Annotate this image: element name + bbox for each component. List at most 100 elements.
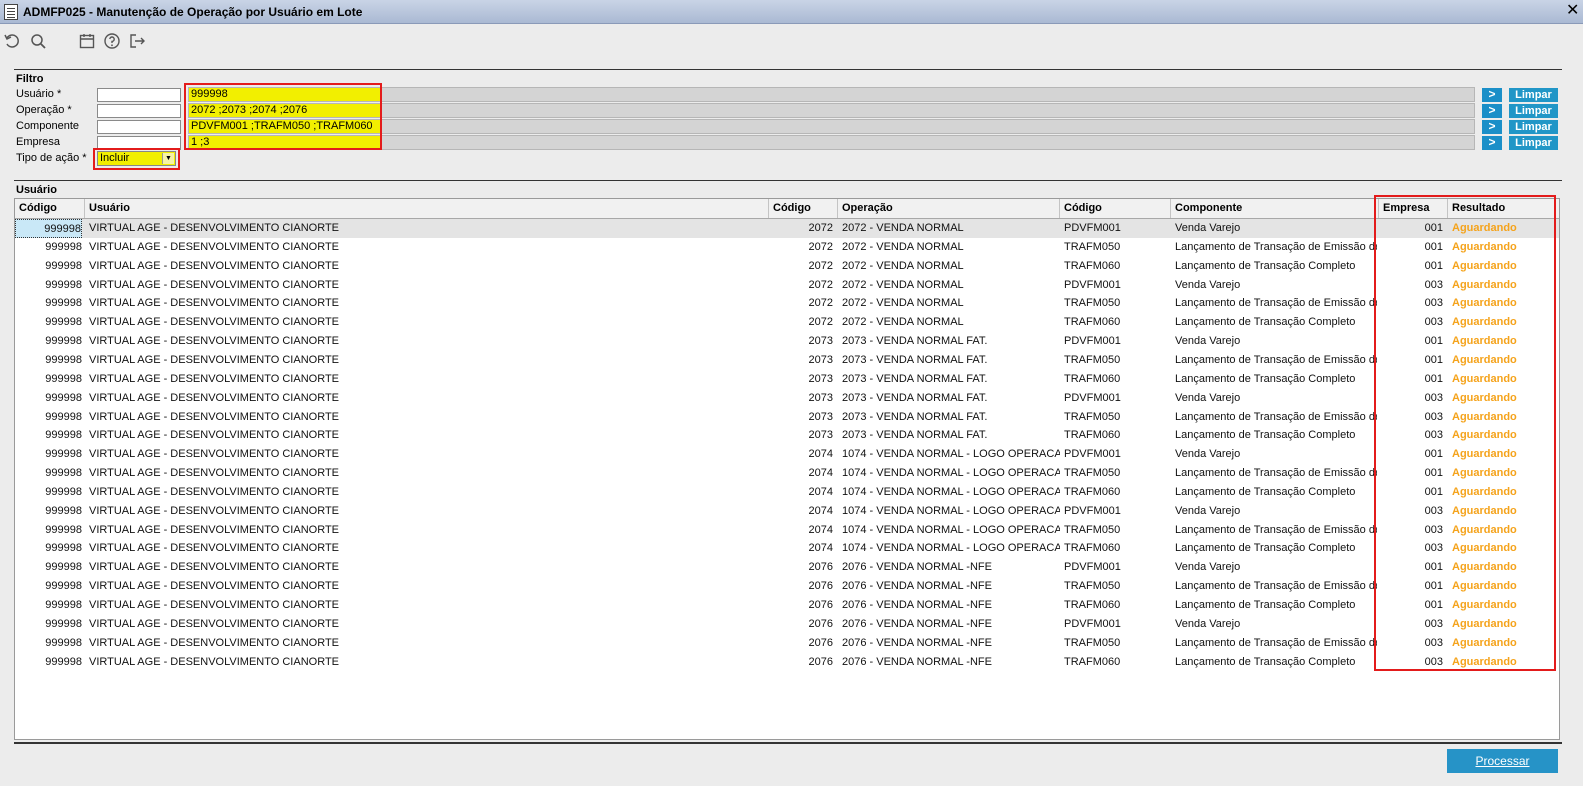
cell-user: VIRTUAL AGE - DESENVOLVIMENTO CIANORTE <box>89 278 340 291</box>
col-operation-code[interactable]: Código <box>769 199 838 218</box>
filter-title: Filtro <box>16 73 44 85</box>
col-component-code[interactable]: Código <box>1060 199 1171 218</box>
cell-component-code: PDVFM001 <box>1064 222 1121 234</box>
table-row[interactable]: 999998 VIRTUAL AGE - DESENVOLVIMENTO CIAN… <box>15 238 1559 257</box>
cell-operation-code: 2076 <box>808 561 833 574</box>
cell-result: Aguardando <box>1452 485 1517 498</box>
company-clear-button[interactable]: Limpar <box>1509 136 1558 150</box>
user-go-button[interactable]: > <box>1482 88 1502 102</box>
col-result[interactable]: Resultado <box>1448 199 1559 218</box>
table-row[interactable]: 999998 VIRTUAL AGE - DESENVOLVIMENTO CIAN… <box>15 445 1559 464</box>
close-icon[interactable]: ✕ <box>1566 2 1579 20</box>
cell-user: VIRTUAL AGE - DESENVOLVIMENTO CIANORTE <box>89 316 340 329</box>
user-code-input[interactable] <box>97 88 181 102</box>
col-operation[interactable]: Operação <box>838 199 1060 218</box>
cell-company: 003 <box>1424 655 1443 668</box>
cell-operation-code: 2072 <box>808 259 833 272</box>
col-user[interactable]: Usuário <box>85 199 769 218</box>
action-type-select[interactable]: Incluir ▼ <box>97 151 176 166</box>
component-values-field[interactable]: PDVFM001 ;TRAFM050 ;TRAFM060 <box>188 119 1475 134</box>
cell-component: Lançamento de Transação de Emissão de <box>1175 467 1377 480</box>
cell-company: 003 <box>1424 316 1443 329</box>
table-row[interactable]: 999998 VIRTUAL AGE - DESENVOLVIMENTO CIAN… <box>15 408 1559 427</box>
component-clear-button[interactable]: Limpar <box>1509 120 1558 134</box>
cell-user-code: 999998 <box>45 335 82 348</box>
cell-operation: 2072 - VENDA NORMAL <box>842 222 964 234</box>
cell-component-code: PDVFM001 <box>1064 561 1121 574</box>
cell-result: Aguardando <box>1452 335 1517 348</box>
col-user-code[interactable]: Código <box>15 199 85 218</box>
component-code-input[interactable] <box>97 120 181 134</box>
table-row[interactable]: 999998 VIRTUAL AGE - DESENVOLVIMENTO CIAN… <box>15 653 1559 672</box>
undo-icon[interactable] <box>2 30 22 52</box>
cell-result: Aguardando <box>1452 353 1517 366</box>
table-row[interactable]: 999998 VIRTUAL AGE - DESENVOLVIMENTO CIAN… <box>15 276 1559 295</box>
table-row[interactable]: 999998 VIRTUAL AGE - DESENVOLVIMENTO CIAN… <box>15 634 1559 653</box>
cell-operation: 1074 - VENDA NORMAL - LOGO OPERACAO <box>842 542 1060 555</box>
cell-operation-code: 2073 <box>808 391 833 404</box>
cell-company: 001 <box>1424 467 1443 480</box>
cell-user: VIRTUAL AGE - DESENVOLVIMENTO CIANORTE <box>89 580 340 593</box>
results-grid[interactable]: Código Usuário Código Operação Código Co… <box>14 198 1560 740</box>
table-row[interactable]: 999998 VIRTUAL AGE - DESENVOLVIMENTO CIAN… <box>15 596 1559 615</box>
col-component[interactable]: Componente <box>1171 199 1379 218</box>
divider <box>14 69 1562 70</box>
company-code-input[interactable] <box>97 136 181 150</box>
exit-icon[interactable] <box>127 30 147 52</box>
cell-component-code: PDVFM001 <box>1064 504 1121 517</box>
cell-operation: 2076 - VENDA NORMAL -NFE <box>842 655 992 668</box>
cell-operation-code: 2076 <box>808 636 833 649</box>
table-row[interactable]: 999998 VIRTUAL AGE - DESENVOLVIMENTO CIAN… <box>15 521 1559 540</box>
cell-component-code: PDVFM001 <box>1064 448 1121 461</box>
cell-user-code: 999998 <box>45 353 82 366</box>
table-row[interactable]: 999998 VIRTUAL AGE - DESENVOLVIMENTO CIAN… <box>15 502 1559 521</box>
operation-code-input[interactable] <box>97 104 181 118</box>
company-values-field[interactable]: 1 ;3 <box>188 135 1475 150</box>
table-row[interactable]: 999998 VIRTUAL AGE - DESENVOLVIMENTO CIAN… <box>15 351 1559 370</box>
operation-values-field[interactable]: 2072 ;2073 ;2074 ;2076 <box>188 103 1475 118</box>
cell-component: Lançamento de Transação Completo <box>1175 485 1356 498</box>
table-row[interactable]: 999998 VIRTUAL AGE - DESENVOLVIMENTO CIAN… <box>15 332 1559 351</box>
table-row[interactable]: 999998 VIRTUAL AGE - DESENVOLVIMENTO CIAN… <box>15 539 1559 558</box>
operation-clear-button[interactable]: Limpar <box>1509 104 1558 118</box>
cell-user-code: 999998 <box>45 599 82 611</box>
table-row[interactable]: 999998 VIRTUAL AGE - DESENVOLVIMENTO CIAN… <box>15 426 1559 445</box>
cell-result: Aguardando <box>1452 580 1517 593</box>
cell-user-code: 999998 <box>45 316 82 329</box>
table-row[interactable]: 999998 VIRTUAL AGE - DESENVOLVIMENTO CIAN… <box>15 294 1559 313</box>
company-go-button[interactable]: > <box>1482 136 1502 150</box>
user-clear-button[interactable]: Limpar <box>1509 88 1558 102</box>
cell-component-code: TRAFM060 <box>1064 316 1121 329</box>
table-row[interactable]: 999998 VIRTUAL AGE - DESENVOLVIMENTO CIAN… <box>15 389 1559 408</box>
table-row[interactable]: 999998 VIRTUAL AGE - DESENVOLVIMENTO CIAN… <box>15 313 1559 332</box>
cell-result: Aguardando <box>1452 561 1517 574</box>
table-row[interactable]: 999998 VIRTUAL AGE - DESENVOLVIMENTO CIAN… <box>15 464 1559 483</box>
cell-operation-code: 2073 <box>808 353 833 366</box>
process-button[interactable]: Processar <box>1447 749 1558 773</box>
search-icon[interactable] <box>28 30 48 52</box>
cell-user: VIRTUAL AGE - DESENVOLVIMENTO CIANORTE <box>89 259 340 272</box>
col-company[interactable]: Empresa <box>1379 199 1448 218</box>
table-row[interactable]: 999998 VIRTUAL AGE - DESENVOLVIMENTO CIAN… <box>15 257 1559 276</box>
table-row[interactable]: 999998 VIRTUAL AGE - DESENVOLVIMENTO CIAN… <box>15 483 1559 502</box>
chevron-down-icon[interactable]: ▼ <box>162 153 174 164</box>
cell-result: Aguardando <box>1452 372 1517 385</box>
table-row[interactable]: 999998 VIRTUAL AGE - DESENVOLVIMENTO CIAN… <box>15 219 1559 238</box>
table-row[interactable]: 999998 VIRTUAL AGE - DESENVOLVIMENTO CIAN… <box>15 615 1559 634</box>
cell-user-code: 999998 <box>45 278 82 291</box>
cell-component: Lançamento de Transação Completo <box>1175 259 1356 272</box>
calendar-icon[interactable] <box>77 30 97 52</box>
help-icon[interactable] <box>102 30 122 52</box>
cell-operation-code: 2072 <box>808 297 833 310</box>
cell-result: Aguardando <box>1452 599 1517 611</box>
table-row[interactable]: 999998 VIRTUAL AGE - DESENVOLVIMENTO CIAN… <box>15 577 1559 596</box>
cell-user: VIRTUAL AGE - DESENVOLVIMENTO CIANORTE <box>89 467 340 480</box>
user-values-field[interactable]: 999998 <box>188 87 1475 102</box>
cell-operation: 2073 - VENDA NORMAL FAT. <box>842 391 988 404</box>
table-row[interactable]: 999998 VIRTUAL AGE - DESENVOLVIMENTO CIAN… <box>15 558 1559 577</box>
table-row[interactable]: 999998 VIRTUAL AGE - DESENVOLVIMENTO CIAN… <box>15 370 1559 389</box>
component-go-button[interactable]: > <box>1482 120 1502 134</box>
cell-result: Aguardando <box>1452 655 1517 668</box>
cell-operation: 1074 - VENDA NORMAL - LOGO OPERACAO <box>842 448 1060 461</box>
operation-go-button[interactable]: > <box>1482 104 1502 118</box>
